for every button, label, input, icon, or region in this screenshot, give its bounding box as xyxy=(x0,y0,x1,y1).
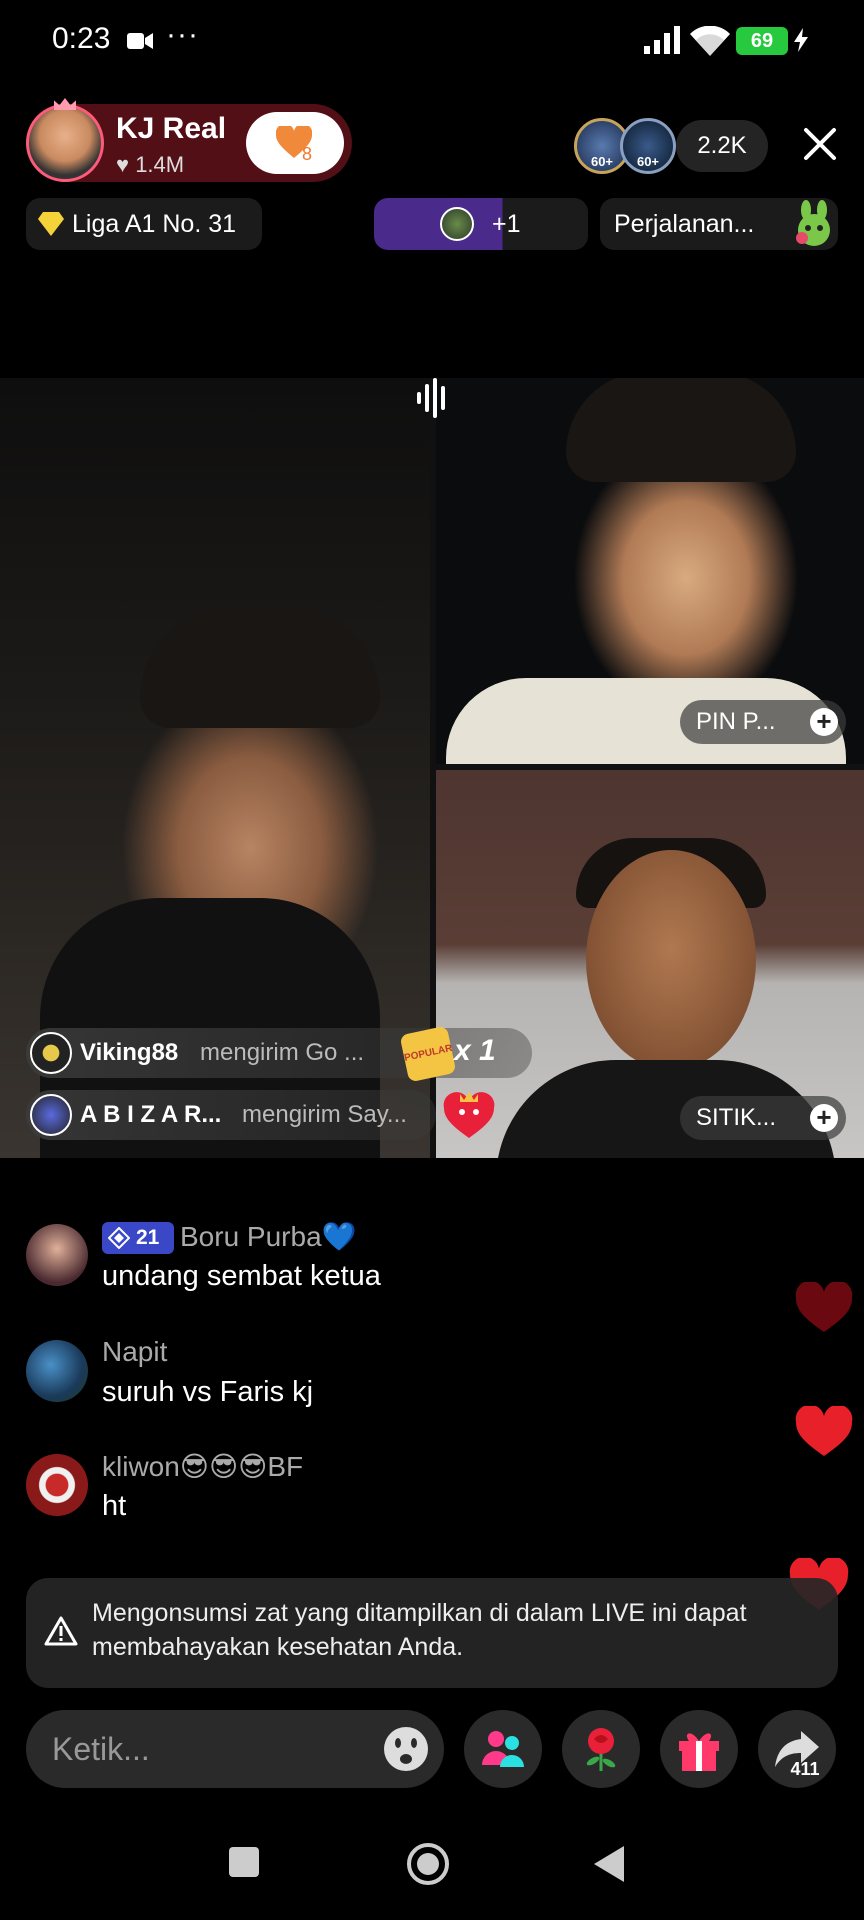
gift-text: mengirim Go ... xyxy=(200,1039,365,1066)
multi-guest-icon xyxy=(482,1731,524,1767)
comment-item[interactable]: kliwon😎😎😎BF ht xyxy=(26,1450,766,1530)
more-notifications-icon: ··· xyxy=(166,18,199,51)
gift-button[interactable] xyxy=(660,1710,738,1788)
share-count: 411 xyxy=(790,1759,820,1779)
audio-wave-icon xyxy=(417,378,445,418)
gifter-name: Viking88 xyxy=(80,1039,179,1066)
crown-icon xyxy=(54,98,76,110)
journey-chip[interactable]: Perjalanan... xyxy=(600,198,838,250)
guest2-video-figure xyxy=(586,850,756,1070)
co-host-avatar xyxy=(440,207,474,241)
top-viewers[interactable]: 60+ 60+ 2.2K xyxy=(574,118,768,174)
journey-label: Perjalanan... xyxy=(614,210,755,238)
viewer-avatar[interactable]: 60+ xyxy=(620,118,676,174)
comment-item[interactable]: 21 Boru Purba💙 undang sembat ketua xyxy=(26,1220,766,1300)
commenter-avatar[interactable] xyxy=(26,1454,88,1516)
follow-button[interactable]: 8 xyxy=(246,112,344,174)
co-host-count: +1 xyxy=(492,210,521,238)
wifi-icon xyxy=(690,26,730,56)
commenter-name: Boru Purba💙 xyxy=(180,1221,357,1252)
comment-text: suruh vs Faris kj xyxy=(102,1376,314,1408)
follow-plus-icon[interactable]: + xyxy=(810,708,838,736)
gifter-avatar xyxy=(30,1094,72,1136)
battery-indicator: 69 xyxy=(736,27,788,55)
guests-button[interactable] xyxy=(464,1710,542,1788)
level-value: 21 xyxy=(136,1226,160,1249)
close-icon[interactable] xyxy=(800,124,840,164)
charging-icon xyxy=(794,28,808,52)
video-camera-icon xyxy=(127,33,153,49)
host-avatar[interactable] xyxy=(26,104,104,182)
health-warning-banner: Mengonsumsi zat yang ditampilkan di dala… xyxy=(26,1578,838,1688)
rose-icon xyxy=(586,1728,616,1771)
guest-label-2[interactable]: SITIK... + xyxy=(680,1096,846,1140)
gift-multiplier: x 1 xyxy=(454,1034,496,1067)
host-name: KJ Real xyxy=(116,112,227,145)
guest1-video-figure xyxy=(566,378,796,482)
host-profile[interactable]: KJ Real ♥ 1.4M 8 xyxy=(26,98,352,182)
heart-gift-icon xyxy=(443,1092,495,1138)
comment-input-container[interactable] xyxy=(26,1710,444,1788)
signal-icon xyxy=(644,26,680,54)
emoji-icon[interactable] xyxy=(382,1725,430,1773)
commenter-name: kliwon😎😎😎BF xyxy=(102,1451,304,1482)
host-likes: ♥ 1.4M xyxy=(116,152,185,177)
share-button[interactable]: 411 xyxy=(758,1710,836,1788)
floating-heart-icon xyxy=(795,1282,853,1332)
back-icon[interactable] xyxy=(594,1846,626,1882)
league-label: Liga A1 No. 31 xyxy=(72,210,237,238)
recent-apps-icon[interactable] xyxy=(228,1846,260,1878)
rose-gift-button[interactable] xyxy=(562,1710,640,1788)
diamond-icon xyxy=(38,212,64,236)
status-bar: 0:23 ··· 69 xyxy=(0,0,864,80)
warning-icon xyxy=(44,1616,78,1646)
gift-text: mengirim Say... xyxy=(242,1101,407,1128)
comment-item[interactable]: Napit suruh vs Faris kj xyxy=(26,1336,766,1416)
guest-label-1[interactable]: PIN P... + xyxy=(680,700,846,744)
gifter-name: A B I Z A R... xyxy=(80,1101,222,1128)
home-icon[interactable] xyxy=(406,1842,450,1886)
guest-name: PIN P... xyxy=(696,708,776,735)
floating-heart-icon xyxy=(795,1406,853,1456)
viewer-count[interactable]: 2.2K xyxy=(676,120,768,172)
comment-input[interactable] xyxy=(52,1724,372,1774)
level-badge: 21 xyxy=(102,1222,174,1254)
warning-text: Mengonsumsi zat yang ditampilkan di dala… xyxy=(92,1599,747,1661)
gifter-avatar xyxy=(30,1032,72,1074)
system-navigation-bar xyxy=(0,1820,864,1920)
level-diamond-icon xyxy=(108,1227,130,1249)
popular-gift-icon: POPULAR xyxy=(399,1025,457,1083)
comment-text: ht xyxy=(102,1490,127,1522)
league-chip[interactable]: Liga A1 No. 31 xyxy=(26,198,262,250)
comment-text: undang sembat ketua xyxy=(102,1260,381,1292)
clock: 0:23 xyxy=(52,22,111,55)
commenter-avatar[interactable] xyxy=(26,1340,88,1402)
commenter-name: Napit xyxy=(102,1336,168,1367)
follow-plus-icon[interactable]: + xyxy=(810,1104,838,1132)
guest-name: SITIK... xyxy=(696,1104,777,1131)
host-likes-count: 1.4M xyxy=(135,152,185,177)
follow-count: 8 xyxy=(302,144,313,164)
gift-notification: A B I Z A R... mengirim Say... xyxy=(26,1090,436,1140)
gift-box-icon xyxy=(679,1733,719,1771)
co-host-chip[interactable]: +1 xyxy=(374,198,588,250)
host-video-figure xyxy=(140,608,380,728)
video-divider xyxy=(436,764,864,770)
mascot-icon xyxy=(796,200,830,246)
commenter-avatar[interactable] xyxy=(26,1224,88,1286)
